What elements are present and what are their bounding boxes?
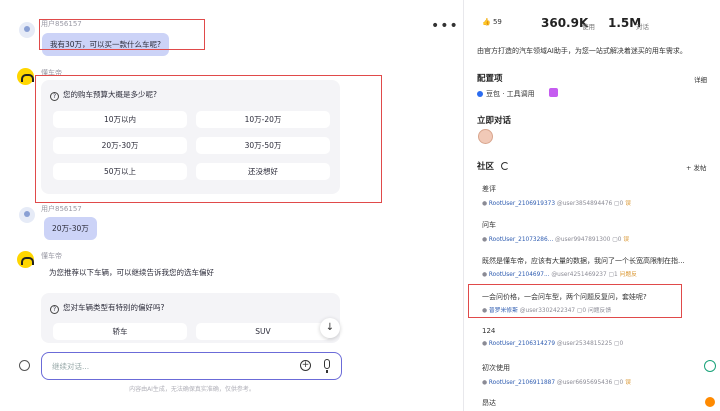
- post-title[interactable]: 初次使用: [482, 363, 510, 373]
- question-icon: ?: [50, 92, 59, 101]
- option-button[interactable]: 20万-30万: [53, 137, 187, 154]
- dialogs-label: 对话: [636, 23, 649, 31]
- vehicle-type-card: ? 您对车辆类型有特别的偏好吗? 轿车 SUV: [41, 293, 340, 343]
- chat-float-icon[interactable]: [704, 360, 716, 372]
- dialog-avatar[interactable]: [478, 129, 493, 144]
- user-avatar: [19, 207, 35, 223]
- bot-message: 为您推荐以下车辆，可以继续告诉我您的选车偏好: [49, 268, 214, 277]
- post-title[interactable]: 昂达: [482, 398, 496, 408]
- microphone-icon[interactable]: [324, 359, 330, 373]
- user-message: 20万-30万: [44, 217, 97, 240]
- attach-plus-icon[interactable]: +: [300, 360, 311, 371]
- post-title[interactable]: 既然是懂车帝，应该有大量的数据，我问了一个长宽高限制在指...: [482, 256, 685, 266]
- option-button[interactable]: 30万-50万: [196, 137, 330, 154]
- refresh-icon[interactable]: [501, 162, 509, 170]
- bot-avatar: [17, 68, 34, 85]
- config-title: 配置项: [477, 74, 503, 84]
- like-count[interactable]: 👍 59: [482, 18, 502, 26]
- config-item: 豆包 · 工具调用: [477, 89, 535, 99]
- post-meta: ● RootUser_2106911887 @user6695695436 ▢0…: [482, 380, 631, 386]
- post-meta: ● RootUser_2104697... @user4251469237 ▢1…: [482, 272, 637, 278]
- more-options-icon[interactable]: •••: [431, 18, 459, 34]
- option-button[interactable]: 轿车: [53, 323, 187, 340]
- option-button[interactable]: 50万以上: [53, 163, 187, 180]
- post-title[interactable]: 124: [482, 327, 495, 335]
- uses-label: 使用: [582, 23, 595, 31]
- dialog-title: 立即对话: [477, 116, 512, 126]
- bot-info-panel: 👍 59 360.9K 使用 1.5M 对话 由官方打造的汽车领域AI助手，为您…: [464, 0, 720, 411]
- config-detail-link[interactable]: 详细: [694, 74, 707, 84]
- post-meta: ● RootUser_21073286... @user9947891300 ▢…: [482, 237, 630, 243]
- community-title: 社区: [477, 162, 495, 172]
- app-root: ••• 用户856157 我有30万，可以买一款什么车呢? 懂车帝 ? 您的购车预…: [0, 0, 720, 411]
- chat-input[interactable]: [52, 359, 272, 373]
- config-icon: [477, 91, 483, 97]
- option-button[interactable]: 10万-20万: [196, 111, 330, 128]
- post-meta: ● 普罗米修斯 @user3302422347 ▢0 问题反馈: [482, 308, 612, 314]
- scroll-down-button[interactable]: ↓: [320, 318, 340, 338]
- user-name: 用户856157: [41, 205, 82, 213]
- ai-disclaimer: 内容由AI生成，无法确保真实准确，仅供参考。: [129, 386, 255, 393]
- post-title[interactable]: 问车: [482, 220, 496, 230]
- question-icon: ?: [50, 305, 59, 314]
- bot-description: 由官方打造的汽车领域AI助手，为您一站式解决着迷买的用车需求。: [477, 47, 687, 55]
- chat-input-box[interactable]: +: [41, 352, 342, 380]
- option-button[interactable]: 还没想好: [196, 163, 330, 180]
- emoji-icon[interactable]: [19, 360, 30, 371]
- bot-name: 懂车帝: [41, 252, 62, 260]
- bot-name: 懂车帝: [41, 69, 62, 77]
- card-question: ? 您的购车预算大概是多少呢?: [50, 89, 157, 101]
- user-name: 用户856157: [41, 20, 82, 28]
- chat-panel: ••• 用户856157 我有30万，可以买一款什么车呢? 懂车帝 ? 您的购车预…: [0, 0, 463, 411]
- post-meta: ● RootUser_2106314279 @user2534815225 ▢0: [482, 341, 624, 347]
- post-meta: ● RootUser_2106919373 @user3854894476 ▢0…: [482, 201, 631, 207]
- card-question: ? 您对车辆类型有特别的偏好吗?: [50, 302, 164, 314]
- option-button[interactable]: SUV: [196, 323, 330, 340]
- post-title[interactable]: 差评: [482, 184, 496, 194]
- user-avatar: [19, 22, 35, 38]
- post-title[interactable]: 一会问价格，一会问车型，两个问题反复问，套娃呢?: [482, 292, 647, 302]
- plugin-icon: [549, 88, 558, 97]
- budget-question-card: ? 您的购车预算大概是多少呢? 10万以内 10万-20万 20万-30万 30万…: [41, 80, 340, 194]
- bot-avatar: [17, 251, 34, 268]
- feedback-float-icon[interactable]: [705, 397, 715, 407]
- new-post-button[interactable]: + 发帖: [686, 162, 707, 172]
- option-button[interactable]: 10万以内: [53, 111, 187, 128]
- user-message: 我有30万，可以买一款什么车呢?: [42, 33, 170, 56]
